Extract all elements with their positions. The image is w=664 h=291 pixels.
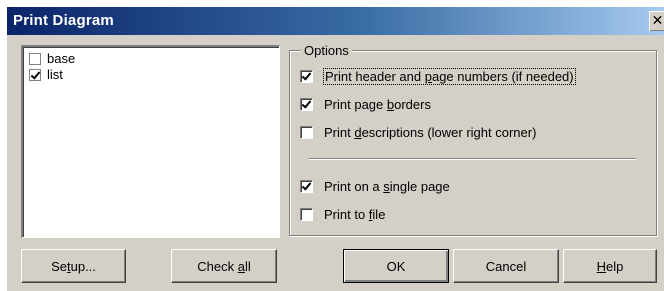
check-all-button[interactable]: Check all (171, 249, 277, 283)
option-label: Print header and page numbers (if needed… (323, 67, 576, 85)
checkbox-print-to-file[interactable] (300, 207, 313, 221)
button-label: Cancel (485, 258, 527, 274)
checkbox-print-borders[interactable] (300, 97, 313, 111)
option-print-page-borders[interactable]: Print page borders (300, 95, 431, 113)
option-label: Print page borders (324, 96, 431, 112)
button-label: Help (596, 258, 624, 274)
options-separator (309, 158, 636, 160)
option-label: Print on a single page (324, 178, 450, 194)
list-item-label: list (47, 67, 63, 82)
checkbox-single-page[interactable] (300, 179, 313, 193)
dialog-title: Print Diagram (13, 12, 114, 29)
title-bar[interactable]: Print Diagram ✕ (7, 7, 664, 35)
help-button[interactable]: Help (563, 249, 657, 283)
close-icon: ✕ (651, 12, 664, 28)
option-print-descriptions[interactable]: Print descriptions (lower right corner) (300, 123, 536, 141)
option-print-to-file[interactable]: Print to file (300, 205, 385, 223)
option-label: Print to file (324, 206, 386, 222)
option-label: Print descriptions (lower right corner) (324, 124, 537, 140)
list-item-base[interactable]: base (29, 51, 75, 66)
ok-button[interactable]: OK (343, 249, 449, 283)
diagram-list[interactable]: base list (21, 45, 280, 238)
options-legend: Options (301, 43, 352, 58)
option-print-header-page-numbers[interactable]: Print header and page numbers (if needed… (300, 67, 576, 85)
button-label: OK (386, 258, 406, 274)
button-label: Setup... (51, 258, 96, 274)
list-item-list[interactable]: list (29, 67, 63, 82)
list-item-label: base (47, 51, 76, 66)
checkbox-base[interactable] (29, 52, 41, 65)
button-label: Check all (197, 258, 251, 274)
close-button[interactable]: ✕ (649, 11, 664, 31)
checkbox-print-descriptions[interactable] (300, 125, 313, 139)
checkbox-print-header[interactable] (300, 69, 313, 83)
checkbox-list[interactable] (29, 68, 41, 81)
print-diagram-dialog: Print Diagram ✕ base list Options Print … (6, 7, 664, 291)
setup-button[interactable]: Setup... (21, 249, 126, 283)
cancel-button[interactable]: Cancel (453, 249, 559, 283)
option-print-single-page[interactable]: Print on a single page (300, 177, 450, 195)
